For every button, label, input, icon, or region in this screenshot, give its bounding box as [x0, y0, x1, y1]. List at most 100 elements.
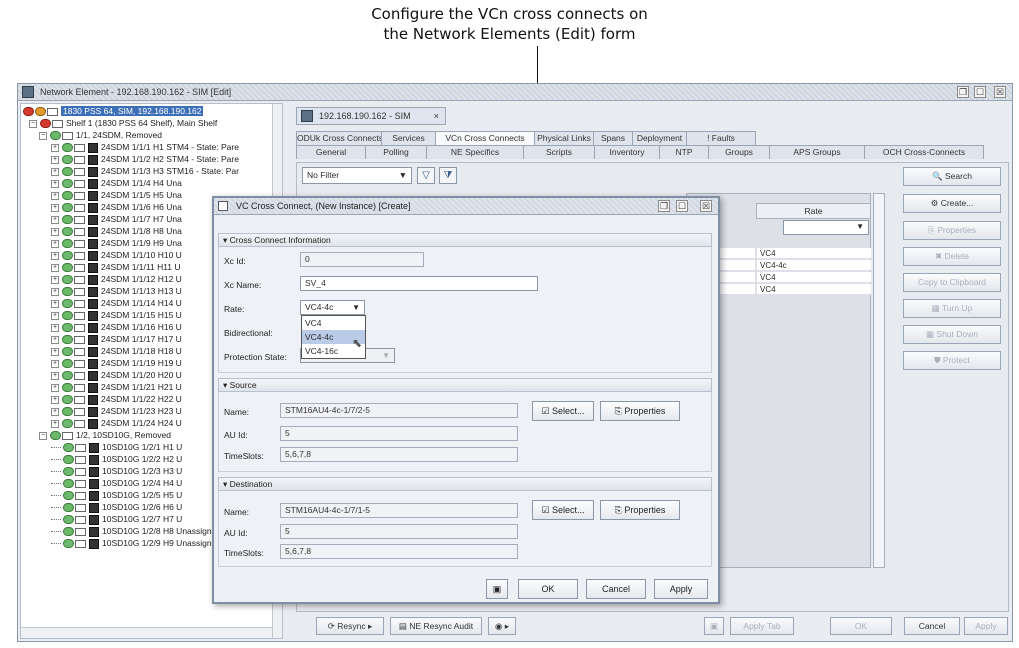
expand-icon[interactable]: + — [51, 419, 59, 428]
tab-tabs_row2-2[interactable]: NE Specifics — [426, 145, 524, 159]
tree-node-port[interactable]: +24SDM 1/1/2 H2 STM4 - State: Pare — [51, 153, 239, 165]
tree-node-port[interactable]: +24SDM 1/1/4 H4 Una — [51, 177, 182, 189]
restore-icon[interactable]: ❐ — [957, 86, 969, 98]
side-button-1[interactable]: ⚙ Create... — [903, 194, 1001, 213]
tree-node-port[interactable]: 10SD10G 1/2/2 H2 U — [51, 453, 182, 465]
table-vertical-scrollbar[interactable] — [873, 193, 885, 568]
side-button-5[interactable]: ▦ Turn Up — [903, 299, 1001, 318]
tree-node-port[interactable]: +24SDM 1/1/23 H23 U — [51, 405, 182, 417]
expand-icon[interactable]: + — [51, 239, 59, 248]
tab-tabs_row1-6[interactable]: ! Faults — [686, 131, 756, 145]
close-icon[interactable]: ☒ — [994, 86, 1006, 98]
expand-icon[interactable]: + — [51, 227, 59, 236]
maximize-icon[interactable]: ☐ — [974, 86, 986, 98]
table-cell-rate[interactable]: VC4 — [757, 272, 871, 283]
expand-icon[interactable]: + — [51, 287, 59, 296]
tree-node-port[interactable]: +24SDM 1/1/5 H5 Una — [51, 189, 182, 201]
collapse-icon[interactable]: − — [39, 131, 47, 140]
side-button-0[interactable]: 🔍 Search — [903, 167, 1001, 186]
expand-icon[interactable]: + — [51, 143, 59, 152]
expand-icon[interactable]: + — [51, 407, 59, 416]
expand-icon[interactable]: + — [51, 275, 59, 284]
tree-node-port[interactable]: +24SDM 1/1/20 H20 U — [51, 369, 182, 381]
tree-node-port[interactable]: 10SD10G 1/2/7 H7 U — [51, 513, 182, 525]
tab-tabs_row2-3[interactable]: Scripts — [523, 145, 595, 159]
tab-tabs_row1-3[interactable]: Physical Links — [534, 131, 594, 145]
source-select-button[interactable]: ☑ Select... — [532, 401, 594, 421]
ok-button[interactable]: OK — [830, 617, 892, 635]
tree-node-port[interactable]: +24SDM 1/1/11 H11 U — [51, 261, 181, 273]
expand-icon[interactable]: + — [51, 299, 59, 308]
more-actions-button[interactable]: ◉ ▸ — [488, 617, 516, 635]
tree-node-port[interactable]: +24SDM 1/1/19 H19 U — [51, 357, 182, 369]
section-cross-connect-information[interactable]: ▾ Cross Connect Information — [218, 233, 712, 247]
tab-tabs_row2-8[interactable]: OCH Cross-Connects — [864, 145, 984, 159]
tree-node-card[interactable]: − 1/2, 10SD10G, Removed — [39, 429, 171, 441]
tab-tabs_row2-7[interactable]: APS Groups — [769, 145, 865, 159]
tree-node-port[interactable]: +24SDM 1/1/21 H21 U — [51, 381, 182, 393]
dialog-cancel-button[interactable]: Cancel — [586, 579, 646, 599]
tree-node-port[interactable]: +24SDM 1/1/3 H3 STM16 - State: Par — [51, 165, 239, 177]
tree-node-port[interactable]: +24SDM 1/1/22 H22 U — [51, 393, 182, 405]
tab-tabs_row1-2[interactable]: VCn Cross Connects — [435, 131, 535, 145]
filter-icon[interactable]: ▽ — [417, 167, 435, 184]
tree-node-port[interactable]: +24SDM 1/1/13 H13 U — [51, 285, 182, 297]
clear-filter-icon[interactable]: ⧩ — [439, 167, 457, 184]
document-tab[interactable]: 192.168.190.162 - SIM × — [296, 107, 446, 125]
side-button-3[interactable]: ✖ Delete — [903, 247, 1001, 266]
save-icon[interactable]: ▣ — [704, 617, 724, 635]
tab-tabs_row1-4[interactable]: Spans — [593, 131, 633, 145]
resync-button[interactable]: ⟳ Resync ▸ — [316, 617, 384, 635]
source-properties-button[interactable]: ⎘ Properties — [600, 401, 680, 421]
tree-node-port[interactable]: 10SD10G 1/2/1 H1 U — [51, 441, 182, 453]
expand-icon[interactable]: + — [51, 167, 59, 176]
tab-tabs_row1-0[interactable]: ODUk Cross Connects — [296, 131, 382, 145]
expand-icon[interactable]: + — [51, 251, 59, 260]
dialog-ok-button[interactable]: OK — [518, 579, 578, 599]
column-header-rate[interactable]: Rate — [756, 203, 871, 219]
expand-icon[interactable]: + — [51, 395, 59, 404]
expand-icon[interactable]: + — [51, 191, 59, 200]
tree-node-port[interactable]: +24SDM 1/1/10 H10 U — [51, 249, 182, 261]
tab-tabs_row2-5[interactable]: NTP — [659, 145, 709, 159]
tree-node-port[interactable]: +24SDM 1/1/7 H7 Una — [51, 213, 182, 225]
tree-node-shelf[interactable]: − Shelf 1 (1830 PSS 64 Shelf), Main Shelf — [29, 117, 217, 129]
section-source[interactable]: ▾ Source — [218, 378, 712, 392]
collapse-icon[interactable]: − — [39, 431, 47, 440]
rate-select[interactable]: VC4-4c ▼ — [300, 300, 365, 315]
tree-node-port[interactable]: 10SD10G 1/2/4 H4 U — [51, 477, 182, 489]
expand-icon[interactable]: + — [51, 179, 59, 188]
tab-tabs_row2-6[interactable]: Groups — [708, 145, 770, 159]
tree-node-port[interactable]: +24SDM 1/1/16 H16 U — [51, 321, 182, 333]
rate-option[interactable]: VC4 — [302, 316, 365, 330]
tree-node-port[interactable]: +24SDM 1/1/15 H15 U — [51, 309, 182, 321]
tree-node-port[interactable]: 10SD10G 1/2/6 H6 U — [51, 501, 182, 513]
tab-tabs_row2-1[interactable]: Polling — [365, 145, 427, 159]
expand-icon[interactable]: + — [51, 371, 59, 380]
table-cell-rate[interactable]: VC4 — [757, 284, 871, 295]
filter-select[interactable]: No Filter ▼ — [302, 167, 412, 184]
side-button-7[interactable]: ⛊ Protect — [903, 351, 1001, 370]
close-icon[interactable]: ☒ — [700, 200, 712, 212]
save-icon[interactable]: ▣ — [486, 579, 508, 599]
destination-select-button[interactable]: ☑ Select... — [532, 500, 594, 520]
apply-button[interactable]: Apply — [964, 617, 1008, 635]
xc-name-input[interactable]: SV_4 — [300, 276, 538, 291]
expand-icon[interactable]: + — [51, 155, 59, 164]
maximize-icon[interactable]: ☐ — [676, 200, 688, 212]
tab-tabs_row1-1[interactable]: Services — [381, 131, 436, 145]
destination-properties-button[interactable]: ⎘ Properties — [600, 500, 680, 520]
tree-node-port[interactable]: 10SD10G 1/2/9 H9 Unassigned - St — [51, 537, 237, 549]
ne-resync-audit-button[interactable]: ▤ NE Resync Audit — [390, 617, 482, 635]
expand-icon[interactable]: + — [51, 311, 59, 320]
side-button-6[interactable]: ▦ Shut Down — [903, 325, 1001, 344]
tree-node-port[interactable]: +24SDM 1/1/14 H14 U — [51, 297, 182, 309]
restore-icon[interactable]: ❐ — [658, 200, 670, 212]
apply-tab-button[interactable]: Apply Tab — [730, 617, 794, 635]
table-cell-rate[interactable]: VC4-4c — [757, 260, 871, 271]
expand-icon[interactable]: + — [51, 215, 59, 224]
collapse-icon[interactable]: − — [29, 119, 37, 128]
tree-node-port[interactable]: +24SDM 1/1/1 H1 STM4 - State: Pare — [51, 141, 239, 153]
tab-tabs_row1-5[interactable]: Deployment — [632, 131, 687, 145]
tree-node-port[interactable]: +24SDM 1/1/17 H17 U — [51, 333, 182, 345]
